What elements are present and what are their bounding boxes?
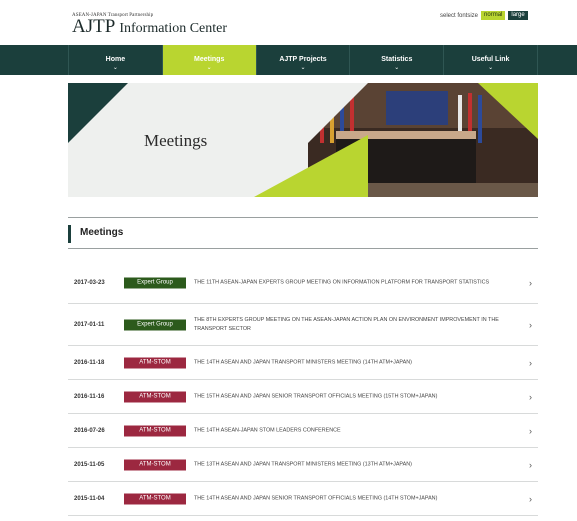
list-item[interactable]: 2017-03-23 Expert Group THE 11th ASEAN-J… <box>68 262 538 304</box>
nav-item-ajtp-projects[interactable]: AJTP Projects ⌄ <box>257 45 351 75</box>
chevron-down-icon: ⌄ <box>394 65 400 71</box>
hero-dark-triangle <box>68 83 128 143</box>
main-nav: Home ⌄ Meetings ⌄ AJTP Projects ⌄ Statis… <box>0 45 577 75</box>
meeting-title-link[interactable]: THE 14th ASEAN AND JAPAN TRANSPORT MINIS… <box>194 358 512 367</box>
site-logo[interactable]: AJTP Information Center <box>72 17 227 39</box>
nav-label: AJTP Projects <box>279 56 327 63</box>
meeting-date: 2016-11-16 <box>74 393 105 400</box>
chevron-down-icon: ⌄ <box>112 65 118 71</box>
fontsize-label: select fontsize <box>440 12 479 19</box>
hero-title: Meetings <box>144 131 208 150</box>
list-item[interactable]: 2016-07-26 ATM-STOM THE 14th ASEAN-JAPAN… <box>68 414 538 448</box>
category-badge: Expert Group <box>124 277 186 288</box>
fontsize-normal-button[interactable]: normal <box>481 11 506 20</box>
chevron-right-icon: › <box>529 459 532 470</box>
nav-label: Home <box>105 56 126 63</box>
meeting-title-link[interactable]: THE 8th EXPERTS GROUP MEETING ON THE ASE… <box>194 316 512 334</box>
site-header: ASEAN-JAPAN Transport Partnership AJTP I… <box>0 0 577 45</box>
section-heading: Meetings <box>68 217 538 249</box>
hero-graphic <box>68 83 538 197</box>
nav-item-meetings[interactable]: Meetings ⌄ <box>162 45 257 75</box>
meeting-date: 2017-03-23 <box>74 279 105 286</box>
nav-item-home[interactable]: Home ⌄ <box>69 45 163 75</box>
chevron-right-icon: › <box>529 357 532 368</box>
category-badge: ATM-STOM <box>124 357 186 368</box>
list-item[interactable]: 2016-11-16 ATM-STOM THE 15th ASEAN AND J… <box>68 380 538 414</box>
nav-item-useful-link[interactable]: Useful Link ⌄ <box>444 45 538 75</box>
chevron-right-icon: › <box>529 277 532 288</box>
list-item[interactable]: 2015-11-05 ATM-STOM THE 13th ASEAN AND J… <box>68 448 538 482</box>
chevron-down-icon: ⌄ <box>488 65 494 71</box>
list-item[interactable]: 2017-01-11 Expert Group THE 8th EXPERTS … <box>68 304 538 346</box>
fontsize-selector: select fontsize normal large <box>440 11 528 20</box>
nav-item-statistics[interactable]: Statistics ⌄ <box>350 45 445 75</box>
fontsize-large-button[interactable]: large <box>508 11 528 20</box>
category-badge: ATM-STOM <box>124 459 186 470</box>
meeting-date: 2016-07-26 <box>74 427 105 434</box>
list-item[interactable]: 2016-11-18 ATM-STOM THE 14th ASEAN AND J… <box>68 346 538 380</box>
meeting-date: 2017-01-11 <box>74 321 105 328</box>
hero-photo-banner <box>386 91 448 125</box>
nav-label: Statistics <box>381 56 413 63</box>
nav-label: Useful Link <box>471 56 510 63</box>
chevron-right-icon: › <box>529 391 532 402</box>
section-accent-bar <box>68 225 71 243</box>
meetings-list: 2017-03-23 Expert Group THE 11th ASEAN-J… <box>68 262 538 516</box>
meeting-date: 2016-11-18 <box>74 359 105 366</box>
chevron-right-icon: › <box>529 493 532 504</box>
meeting-title-link[interactable]: THE 11th ASEAN-JAPAN EXPERTS GROUP MEETI… <box>194 278 512 287</box>
chevron-right-icon: › <box>529 319 532 330</box>
section-title: Meetings <box>80 227 124 238</box>
chevron-down-icon: ⌄ <box>300 65 306 71</box>
nav-items: Home ⌄ Meetings ⌄ AJTP Projects ⌄ Statis… <box>68 45 538 75</box>
category-badge: ATM-STOM <box>124 391 186 402</box>
logo-initials: AJTP <box>72 16 115 37</box>
list-item[interactable]: 2015-11-04 ATM-STOM THE 14th ASEAN AND J… <box>68 482 538 516</box>
meeting-title-link[interactable]: THE 15th ASEAN AND JAPAN SENIOR TRANSPOR… <box>194 392 512 401</box>
category-badge: Expert Group <box>124 319 186 330</box>
meeting-title-link[interactable]: THE 14th ASEAN AND JAPAN SENIOR TRANSPOR… <box>194 494 512 503</box>
category-badge: ATM-STOM <box>124 425 186 436</box>
category-badge: ATM-STOM <box>124 493 186 504</box>
chevron-down-icon: ⌄ <box>206 65 212 71</box>
nav-label: Meetings <box>194 56 225 63</box>
logo-text: Information Center <box>119 21 228 36</box>
meeting-title-link[interactable]: THE 13th ASEAN AND JAPAN TRANSPORT MINIS… <box>194 460 512 469</box>
meeting-date: 2015-11-05 <box>74 461 105 468</box>
meeting-title-link[interactable]: THE 14th ASEAN-JAPAN STOM LEADERS CONFER… <box>194 426 512 435</box>
chevron-right-icon: › <box>529 425 532 436</box>
hero-banner: Meetings <box>68 83 538 197</box>
meeting-date: 2015-11-04 <box>74 495 105 502</box>
